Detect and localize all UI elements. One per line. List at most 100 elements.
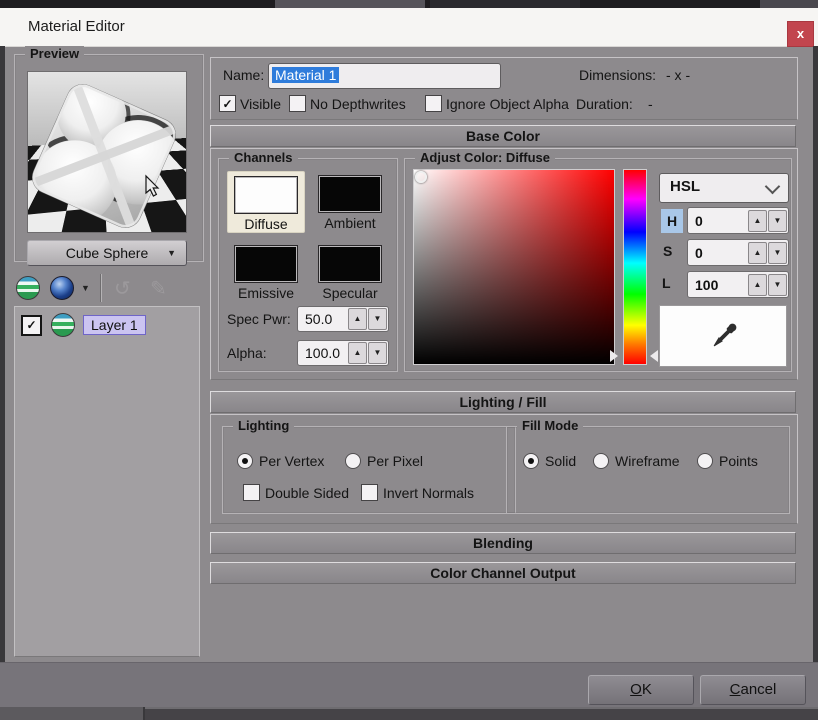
adjust-color-group-label: Adjust Color: Diffuse [415, 150, 555, 165]
l-spinner[interactable]: 100 ▲ ▼ [687, 271, 789, 298]
spinner-down-icon: ▼ [373, 348, 382, 357]
lighting-groupbox: Lighting Per Vertex Per Pixel Double Sid… [222, 418, 516, 514]
per-pixel-label: Per Pixel [367, 453, 424, 469]
channels-group-label: Channels [229, 150, 298, 165]
spinner-up-icon: ▲ [353, 348, 362, 357]
color-picker-marker[interactable] [415, 171, 427, 183]
h-up-button[interactable]: ▲ [748, 209, 767, 232]
ambient-channel-button[interactable]: Ambient [311, 171, 389, 233]
move-layer-icon[interactable]: ↺ [114, 276, 131, 301]
spec-pwr-down-button[interactable]: ▼ [368, 308, 387, 330]
preview-cube-sphere-render [28, 79, 181, 232]
layer-type-dropdown-arrow-icon[interactable]: ▼ [81, 283, 90, 293]
material-preview-image [27, 71, 187, 233]
background-strip-segment [275, 0, 425, 8]
ok-button[interactable]: OK [588, 675, 694, 705]
alpha-up-button[interactable]: ▲ [348, 342, 367, 364]
cancel-button[interactable]: Cancel [700, 675, 806, 705]
spec-pwr-label: Spec Pwr: [227, 311, 291, 327]
color-space-dropdown[interactable]: HSL [659, 173, 789, 203]
spec-pwr-spinner[interactable]: 50.0 ▲ ▼ [297, 306, 389, 332]
invert-normals-checkbox[interactable] [361, 484, 378, 501]
alpha-spinner[interactable]: 100.0 ▲ ▼ [297, 340, 389, 366]
toolbar-separator [100, 274, 102, 302]
hue-marker-left-icon[interactable] [610, 350, 618, 362]
spinner-up-icon: ▲ [753, 247, 762, 257]
specular-channel-button[interactable]: Specular [311, 241, 389, 303]
hue-slider[interactable] [623, 169, 647, 365]
spinner-up-icon: ▲ [753, 279, 762, 289]
dimensions-value: - x - [666, 67, 691, 83]
solid-label: Solid [545, 453, 577, 469]
close-button[interactable]: x [787, 21, 814, 47]
spinner-down-icon: ▼ [373, 314, 382, 323]
cancel-button-label: C [729, 681, 741, 698]
l-down-button[interactable]: ▼ [768, 273, 787, 296]
spec-pwr-up-button[interactable]: ▲ [348, 308, 367, 330]
chevron-down-icon [764, 178, 781, 195]
taskbar-segment [0, 707, 145, 720]
visible-label: Visible [240, 96, 281, 112]
section-header-color-channel-output[interactable]: Color Channel Output [210, 562, 796, 584]
spinner-up-icon: ▲ [353, 314, 362, 323]
per-pixel-radio[interactable] [345, 453, 361, 469]
layer-list-item[interactable]: ✓ Layer 1 [21, 313, 146, 337]
s-up-button[interactable]: ▲ [748, 241, 767, 264]
background-strip-segment [430, 0, 580, 8]
current-color-swatch[interactable] [659, 305, 787, 367]
wireframe-label: Wireframe [615, 453, 680, 469]
hue-marker-right-icon[interactable] [650, 350, 658, 362]
fill-mode-groupbox: Fill Mode Solid Wireframe Points [506, 418, 790, 514]
layer-visibility-checkbox[interactable]: ✓ [21, 314, 42, 336]
layer-list[interactable]: ✓ Layer 1 [14, 306, 200, 657]
diffuse-channel-button[interactable]: Diffuse [227, 171, 305, 233]
add-effect-layer-button[interactable] [50, 276, 74, 300]
diffuse-label: Diffuse [244, 216, 288, 232]
add-material-layer-button[interactable] [16, 276, 40, 300]
s-value: 0 [695, 244, 703, 261]
h-down-button[interactable]: ▼ [768, 209, 787, 232]
wireframe-radio[interactable] [593, 453, 609, 469]
ignore-object-alpha-label: Ignore Object Alpha [446, 96, 569, 112]
alpha-down-button[interactable]: ▼ [368, 342, 387, 364]
emissive-channel-button[interactable]: Emissive [227, 241, 305, 303]
double-sided-checkbox[interactable] [243, 484, 260, 501]
points-radio[interactable] [697, 453, 713, 469]
preview-group-label: Preview [25, 46, 85, 61]
dropdown-arrow-icon: ▼ [167, 248, 176, 258]
per-vertex-radio[interactable] [237, 453, 253, 469]
spinner-up-icon: ▲ [753, 215, 762, 225]
fill-mode-group-label: Fill Mode [517, 418, 584, 433]
name-input-selected-text: Material 1 [272, 67, 340, 83]
ambient-label: Ambient [324, 215, 376, 231]
check-icon: ✓ [222, 96, 233, 111]
s-spinner[interactable]: 0 ▲ ▼ [687, 239, 789, 266]
cancel-button-label-rest: ancel [740, 681, 777, 698]
visible-checkbox[interactable]: ✓ [219, 95, 236, 112]
alpha-value: 100.0 [305, 345, 341, 361]
title-bar[interactable]: Material Editor x [0, 8, 818, 47]
ignore-object-alpha-checkbox[interactable] [425, 95, 442, 112]
diffuse-color-swatch [234, 176, 298, 214]
name-input[interactable]: Material 1 [268, 63, 501, 89]
preview-shape-dropdown[interactable]: Cube Sphere ▼ [27, 240, 187, 266]
spec-pwr-value: 50.0 [305, 311, 333, 327]
section-header-base-color[interactable]: Base Color [210, 125, 796, 147]
section-header-lighting-fill[interactable]: Lighting / Fill [210, 391, 796, 413]
no-depthwrites-label: No Depthwrites [310, 96, 406, 112]
l-up-button[interactable]: ▲ [748, 273, 767, 296]
no-depthwrites-checkbox[interactable] [289, 95, 306, 112]
s-down-button[interactable]: ▼ [768, 241, 787, 264]
ambient-color-swatch [318, 175, 382, 213]
specular-color-swatch [318, 245, 382, 283]
taskbar-highlight [145, 707, 818, 709]
layer-name-label[interactable]: Layer 1 [83, 315, 146, 335]
solid-radio[interactable] [523, 453, 539, 469]
edit-layer-icon[interactable]: ✎ [150, 276, 167, 301]
saturation-lightness-picker[interactable] [413, 169, 615, 365]
section-header-blending[interactable]: Blending [210, 532, 796, 554]
h-spinner[interactable]: 0 ▲ ▼ [687, 207, 789, 234]
spinner-down-icon: ▼ [773, 215, 782, 225]
check-icon: ✓ [26, 318, 37, 332]
duration-label: Duration: [576, 96, 633, 112]
